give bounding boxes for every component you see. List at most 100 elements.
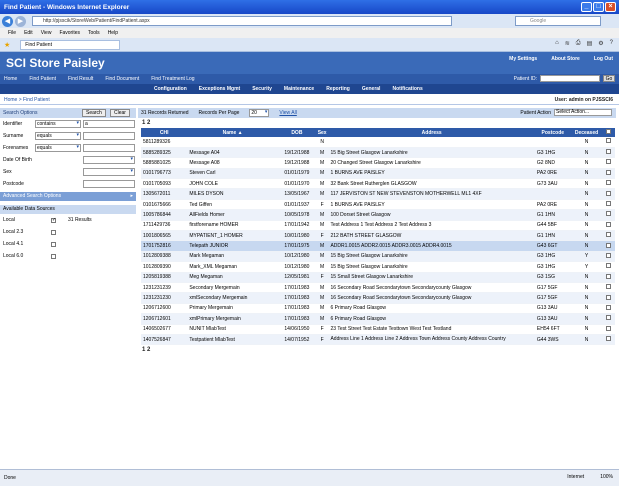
nav-exceptions[interactable]: Exceptions Mgmt: [199, 86, 240, 92]
col-name[interactable]: Name ▲: [187, 128, 278, 137]
row-checkbox[interactable]: [602, 137, 615, 148]
row-checkbox-box[interactable]: [606, 159, 612, 165]
favorites-star-icon[interactable]: ★: [4, 41, 10, 49]
menu-help[interactable]: Help: [108, 30, 118, 36]
row-checkbox[interactable]: [602, 199, 615, 211]
about-store-link[interactable]: About Store: [551, 56, 580, 62]
menu-view[interactable]: View: [41, 30, 52, 36]
col-postcode[interactable]: Postcode: [534, 128, 571, 137]
page-icon[interactable]: ▤: [587, 40, 593, 47]
patient-action-select[interactable]: Select Action...: [554, 109, 612, 116]
table-row[interactable]: 1012809388 Mark Megaman 10/12/1980 M 15 Big …: [141, 251, 615, 263]
row-checkbox[interactable]: [602, 168, 615, 180]
row-checkbox[interactable]: [602, 324, 615, 335]
row-checkbox-box[interactable]: [606, 211, 612, 217]
table-row[interactable]: 0101705093 JOHN COLE 01/01/1970 M 32 Bank St…: [141, 178, 615, 190]
url-input[interactable]: http://pjsscik/StoreWeb/Patient/FindPati…: [32, 16, 452, 26]
menu-edit[interactable]: Edit: [24, 30, 33, 36]
row-checkbox[interactable]: [602, 272, 615, 283]
browser-search-input[interactable]: Google: [515, 16, 601, 26]
nav-find-treatment-log[interactable]: Find Treatment Log: [151, 76, 194, 82]
table-row[interactable]: 0101796773 Steven Carl 01/01/1979 M 1 BURNS …: [141, 168, 615, 180]
clear-button[interactable]: Clear: [110, 109, 130, 117]
table-row[interactable]: 1205819388 Meg Megaman 12/05/1981 F 15 Small…: [141, 272, 615, 283]
table-row[interactable]: 1701752816 Telepath JUNIOR 17/01/1975 M ADDR…: [141, 240, 615, 252]
table-row[interactable]: 1407526847 Testpatient MlabTest 14/07/1952…: [141, 334, 615, 346]
go-button[interactable]: Go: [603, 75, 615, 82]
patient-id-input[interactable]: [540, 75, 600, 82]
row-checkbox[interactable]: [602, 147, 615, 159]
per-page-select[interactable]: 20: [249, 109, 270, 117]
row-checkbox-box[interactable]: [606, 315, 612, 321]
surname-operator-select[interactable]: equals: [35, 132, 81, 140]
table-row[interactable]: 5885289325 Message A04 19/12/1988 M 15 Big S…: [141, 147, 615, 159]
row-checkbox-box[interactable]: [606, 294, 612, 300]
browser-tab[interactable]: Find Patient: [20, 39, 121, 50]
row-checkbox-box[interactable]: [606, 304, 612, 310]
dob-select[interactable]: [83, 156, 135, 164]
row-checkbox-box[interactable]: [606, 180, 612, 186]
log-out-link[interactable]: Log Out: [594, 56, 613, 62]
safety-icon[interactable]: ⚙: [598, 40, 603, 47]
table-row[interactable]: 1206712601 xmlPrimary Mergemain 17/01/1983…: [141, 313, 615, 325]
postcode-input[interactable]: [83, 180, 135, 188]
menu-tools[interactable]: Tools: [88, 30, 100, 36]
nav-notifications[interactable]: Notifications: [392, 86, 422, 92]
breadcrumb-text[interactable]: Home > Find Patient: [4, 97, 50, 103]
home-icon[interactable]: ⌂: [555, 40, 559, 47]
table-row[interactable]: 1406502677 NUNIT MlabTest 14/06/1950 F 23 Te…: [141, 324, 615, 335]
zoom-level[interactable]: 100%: [600, 474, 613, 480]
row-checkbox-box[interactable]: [606, 325, 612, 331]
row-checkbox-box[interactable]: [606, 221, 612, 227]
forenames-input[interactable]: [83, 144, 135, 152]
row-checkbox[interactable]: [602, 220, 615, 232]
row-checkbox[interactable]: [602, 282, 615, 294]
col-deceased[interactable]: Deceased: [570, 128, 603, 137]
row-checkbox-box[interactable]: [606, 284, 612, 290]
row-checkbox[interactable]: [602, 313, 615, 325]
help-icon[interactable]: ?: [610, 40, 613, 47]
sex-select[interactable]: [83, 168, 135, 176]
nav-security[interactable]: Security: [252, 86, 272, 92]
row-checkbox-box[interactable]: [606, 336, 612, 342]
identifier-input[interactable]: a: [83, 120, 135, 128]
table-row[interactable]: 1012809390 Mark_XML Megaman 10/12/1980 M 15 …: [141, 261, 615, 273]
row-checkbox-box[interactable]: [606, 273, 612, 279]
maximize-icon[interactable]: □: [593, 2, 604, 12]
nav-find-result[interactable]: Find Result: [68, 76, 93, 82]
table-row[interactable]: 1231231239 Secondary Mergemain 17/01/1983 M…: [141, 282, 615, 294]
row-checkbox[interactable]: [602, 261, 615, 273]
col-dob[interactable]: DOB: [277, 128, 316, 137]
row-checkbox[interactable]: [602, 292, 615, 304]
view-all-link[interactable]: View All: [279, 110, 296, 116]
menu-favorites[interactable]: Favorites: [59, 30, 80, 36]
minimize-icon[interactable]: _: [581, 2, 592, 12]
search-button[interactable]: Search: [82, 109, 106, 117]
row-checkbox[interactable]: [602, 334, 615, 346]
print-icon[interactable]: ⎙: [576, 40, 581, 47]
nav-maintenance[interactable]: Maintenance: [284, 86, 314, 92]
table-row[interactable]: 1305672011 MILES DYSON 13/05/1967 M 117 JERV…: [141, 188, 615, 200]
table-row[interactable]: 0101675666 Ted Giffen 01/01/1937 F 1 BURNS A…: [141, 199, 615, 211]
row-checkbox-box[interactable]: [606, 201, 612, 207]
table-row[interactable]: 1231231230 xmlSecondary Mergemain 17/01/19…: [141, 292, 615, 304]
row-checkbox[interactable]: [602, 188, 615, 200]
row-checkbox[interactable]: [602, 230, 615, 242]
table-row[interactable]: 1005786844 AllFields Homer 10/05/1978 M 100 …: [141, 209, 615, 221]
nav-general[interactable]: General: [362, 86, 381, 92]
row-checkbox[interactable]: [602, 251, 615, 263]
row-checkbox-box[interactable]: [606, 232, 612, 238]
row-checkbox[interactable]: [602, 303, 615, 315]
row-checkbox-box[interactable]: [606, 169, 612, 175]
row-checkbox-box[interactable]: [606, 263, 612, 269]
row-checkbox-box[interactable]: [606, 149, 612, 155]
table-row[interactable]: 5811289326 N N: [141, 137, 615, 148]
forward-icon[interactable]: ▶: [15, 15, 26, 27]
nav-configuration[interactable]: Configuration: [154, 86, 187, 92]
table-row[interactable]: 1206712600 Primary Mergemain 17/01/1983 M 6 …: [141, 303, 615, 315]
nav-reporting[interactable]: Reporting: [326, 86, 350, 92]
back-icon[interactable]: ◀: [2, 15, 13, 27]
col-sex[interactable]: Sex: [315, 128, 329, 137]
my-settings-link[interactable]: My Settings: [509, 56, 537, 62]
close-icon[interactable]: ×: [605, 2, 616, 12]
